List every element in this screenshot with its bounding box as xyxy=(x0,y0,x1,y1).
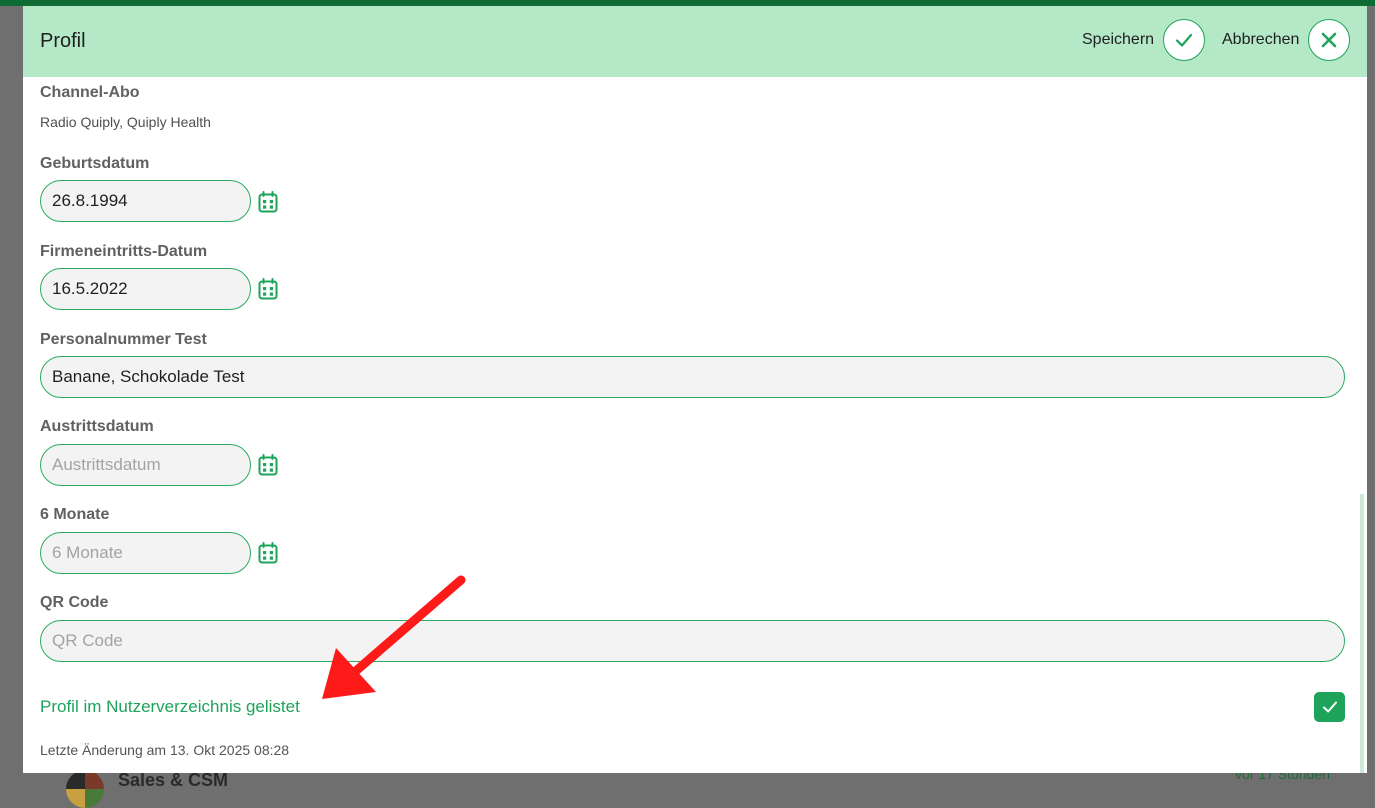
close-icon xyxy=(1322,32,1337,48)
personnel-number-input[interactable] xyxy=(40,356,1345,398)
scrollbar[interactable] xyxy=(1360,494,1364,773)
qr-code-input[interactable] xyxy=(40,620,1345,662)
calendar-icon[interactable] xyxy=(258,454,278,476)
entry-date-input[interactable] xyxy=(40,268,251,310)
check-icon xyxy=(1322,701,1337,713)
exit-date-label: Austrittsdatum xyxy=(40,418,154,435)
last-change-text: Letzte Änderung am 13. Okt 2025 08:28 xyxy=(40,742,290,758)
cancel-action[interactable]: Abbrechen xyxy=(1222,19,1351,61)
cancel-label[interactable]: Abbrechen xyxy=(1222,31,1299,49)
six-months-label: 6 Monate xyxy=(40,506,110,523)
birthday-input[interactable] xyxy=(40,180,251,222)
six-months-input[interactable] xyxy=(40,532,251,574)
save-button[interactable] xyxy=(1163,19,1206,61)
save-label[interactable]: Speichern xyxy=(1082,31,1154,49)
calendar-icon[interactable] xyxy=(258,278,278,300)
dialog-title: Profil xyxy=(40,30,86,52)
birthday-label: Geburtsdatum xyxy=(40,155,150,172)
profile-dialog: Profil Speichern Abbrechen Channel-Abo R… xyxy=(23,6,1367,773)
channel-abo-label: Channel-Abo xyxy=(40,84,140,101)
entry-date-label: Firmeneintritts-Datum xyxy=(40,243,208,260)
calendar-icon[interactable] xyxy=(258,191,278,213)
dialog-header: Profil Speichern Abbrechen xyxy=(23,6,1367,77)
cancel-button[interactable] xyxy=(1308,19,1351,61)
background-avatar xyxy=(66,770,104,808)
qr-code-label: QR Code xyxy=(40,594,109,611)
check-icon xyxy=(1175,33,1193,47)
personnel-number-label: Personalnummer Test xyxy=(40,331,207,348)
channel-abo-value: Radio Quiply, Quiply Health xyxy=(40,114,211,130)
exit-date-input[interactable] xyxy=(40,444,251,486)
directory-listed-checkbox[interactable] xyxy=(1314,692,1345,722)
save-action[interactable]: Speichern xyxy=(1082,19,1206,61)
calendar-icon[interactable] xyxy=(258,542,278,564)
directory-listed-label[interactable]: Profil im Nutzerverzeichnis gelistet xyxy=(40,697,300,717)
